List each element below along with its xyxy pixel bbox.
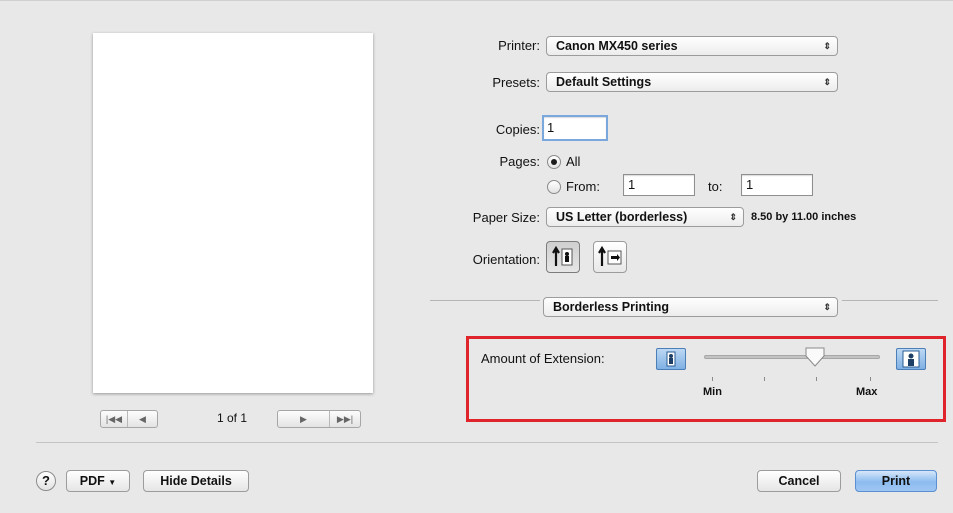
pages-to-field[interactable]: 1 bbox=[741, 174, 813, 196]
pdf-menu-button[interactable]: PDF ▼ bbox=[66, 470, 130, 492]
presets-label: Presets: bbox=[492, 75, 540, 90]
pages-from-field[interactable]: 1 bbox=[623, 174, 695, 196]
presets-value: Default Settings bbox=[556, 75, 652, 89]
panel-selector-popup[interactable]: Borderless Printing ⇕ bbox=[543, 297, 838, 317]
divider-left bbox=[430, 300, 540, 301]
paper-size-value: US Letter (borderless) bbox=[556, 210, 688, 224]
printer-label: Printer: bbox=[498, 38, 540, 53]
dropdown-arrow-icon: ▼ bbox=[108, 478, 117, 487]
pages-all-radio[interactable] bbox=[547, 155, 561, 169]
pages-from-radio[interactable] bbox=[547, 180, 561, 194]
pdf-label: PDF bbox=[79, 474, 105, 488]
page-preview bbox=[93, 33, 373, 393]
presets-popup[interactable]: Default Settings ⇕ bbox=[546, 72, 838, 92]
slider-tick bbox=[816, 377, 817, 381]
paper-size-label: Paper Size: bbox=[472, 210, 540, 225]
slider-min-label: Min bbox=[703, 386, 722, 398]
next-page-icon[interactable]: ▶ bbox=[278, 411, 329, 427]
slider-tick bbox=[870, 377, 871, 381]
previous-page-icon[interactable]: ◀ bbox=[128, 411, 157, 427]
paper-dimensions: 8.50 by 11.00 inches bbox=[751, 211, 857, 223]
portrait-icon bbox=[552, 245, 573, 266]
copies-label: Copies: bbox=[495, 122, 540, 137]
slider-tick bbox=[712, 377, 713, 381]
printer-value: Canon MX450 series bbox=[556, 39, 678, 53]
print-dialog: |◀◀ ◀ 1 of 1 ▶ ▶▶| Printer: Canon MX450 … bbox=[0, 0, 953, 513]
print-button[interactable]: Print bbox=[855, 470, 937, 492]
slider-tick bbox=[764, 377, 765, 381]
slider-max-label: Max bbox=[856, 386, 878, 398]
last-page-icon[interactable]: ▶▶| bbox=[330, 411, 360, 427]
first-page-icon[interactable]: |◀◀ bbox=[101, 411, 127, 427]
pages-all-label: All bbox=[566, 154, 581, 169]
help-button[interactable]: ? bbox=[36, 471, 56, 491]
extension-highlight-box bbox=[466, 336, 946, 422]
person-small-icon bbox=[666, 351, 676, 367]
landscape-icon bbox=[598, 245, 622, 266]
extension-slider-thumb[interactable] bbox=[804, 346, 826, 368]
popup-arrows-icon: ⇕ bbox=[823, 77, 831, 87]
pages-to-label: to: bbox=[708, 179, 723, 194]
extension-label: Amount of Extension: bbox=[481, 351, 605, 366]
min-extension-icon[interactable] bbox=[656, 348, 686, 370]
popup-arrows-icon: ⇕ bbox=[823, 302, 831, 312]
max-extension-icon[interactable] bbox=[896, 348, 926, 370]
copies-field[interactable]: 1 bbox=[542, 115, 608, 141]
panel-selector-value: Borderless Printing bbox=[553, 300, 669, 314]
pages-label: Pages: bbox=[499, 154, 540, 169]
preview-back-controls: |◀◀ ◀ bbox=[100, 410, 158, 428]
landscape-orientation-button[interactable] bbox=[593, 241, 627, 273]
slider-thumb-icon bbox=[805, 347, 825, 367]
pages-from-label: From: bbox=[566, 179, 600, 194]
page-count: 1 of 1 bbox=[217, 411, 248, 425]
orientation-label: Orientation: bbox=[472, 252, 540, 267]
person-large-icon bbox=[902, 350, 920, 368]
popup-arrows-icon: ⇕ bbox=[729, 212, 737, 222]
preview-forward-controls: ▶ ▶▶| bbox=[277, 410, 361, 428]
paper-size-popup[interactable]: US Letter (borderless) ⇕ bbox=[546, 207, 744, 227]
portrait-orientation-button[interactable] bbox=[546, 241, 580, 273]
footer-divider bbox=[36, 442, 938, 443]
cancel-button[interactable]: Cancel bbox=[757, 470, 841, 492]
divider-right bbox=[842, 300, 938, 301]
hide-details-button[interactable]: Hide Details bbox=[143, 470, 249, 492]
popup-arrows-icon: ⇕ bbox=[823, 41, 831, 51]
printer-popup[interactable]: Canon MX450 series ⇕ bbox=[546, 36, 838, 56]
extension-slider-track[interactable] bbox=[704, 355, 880, 359]
